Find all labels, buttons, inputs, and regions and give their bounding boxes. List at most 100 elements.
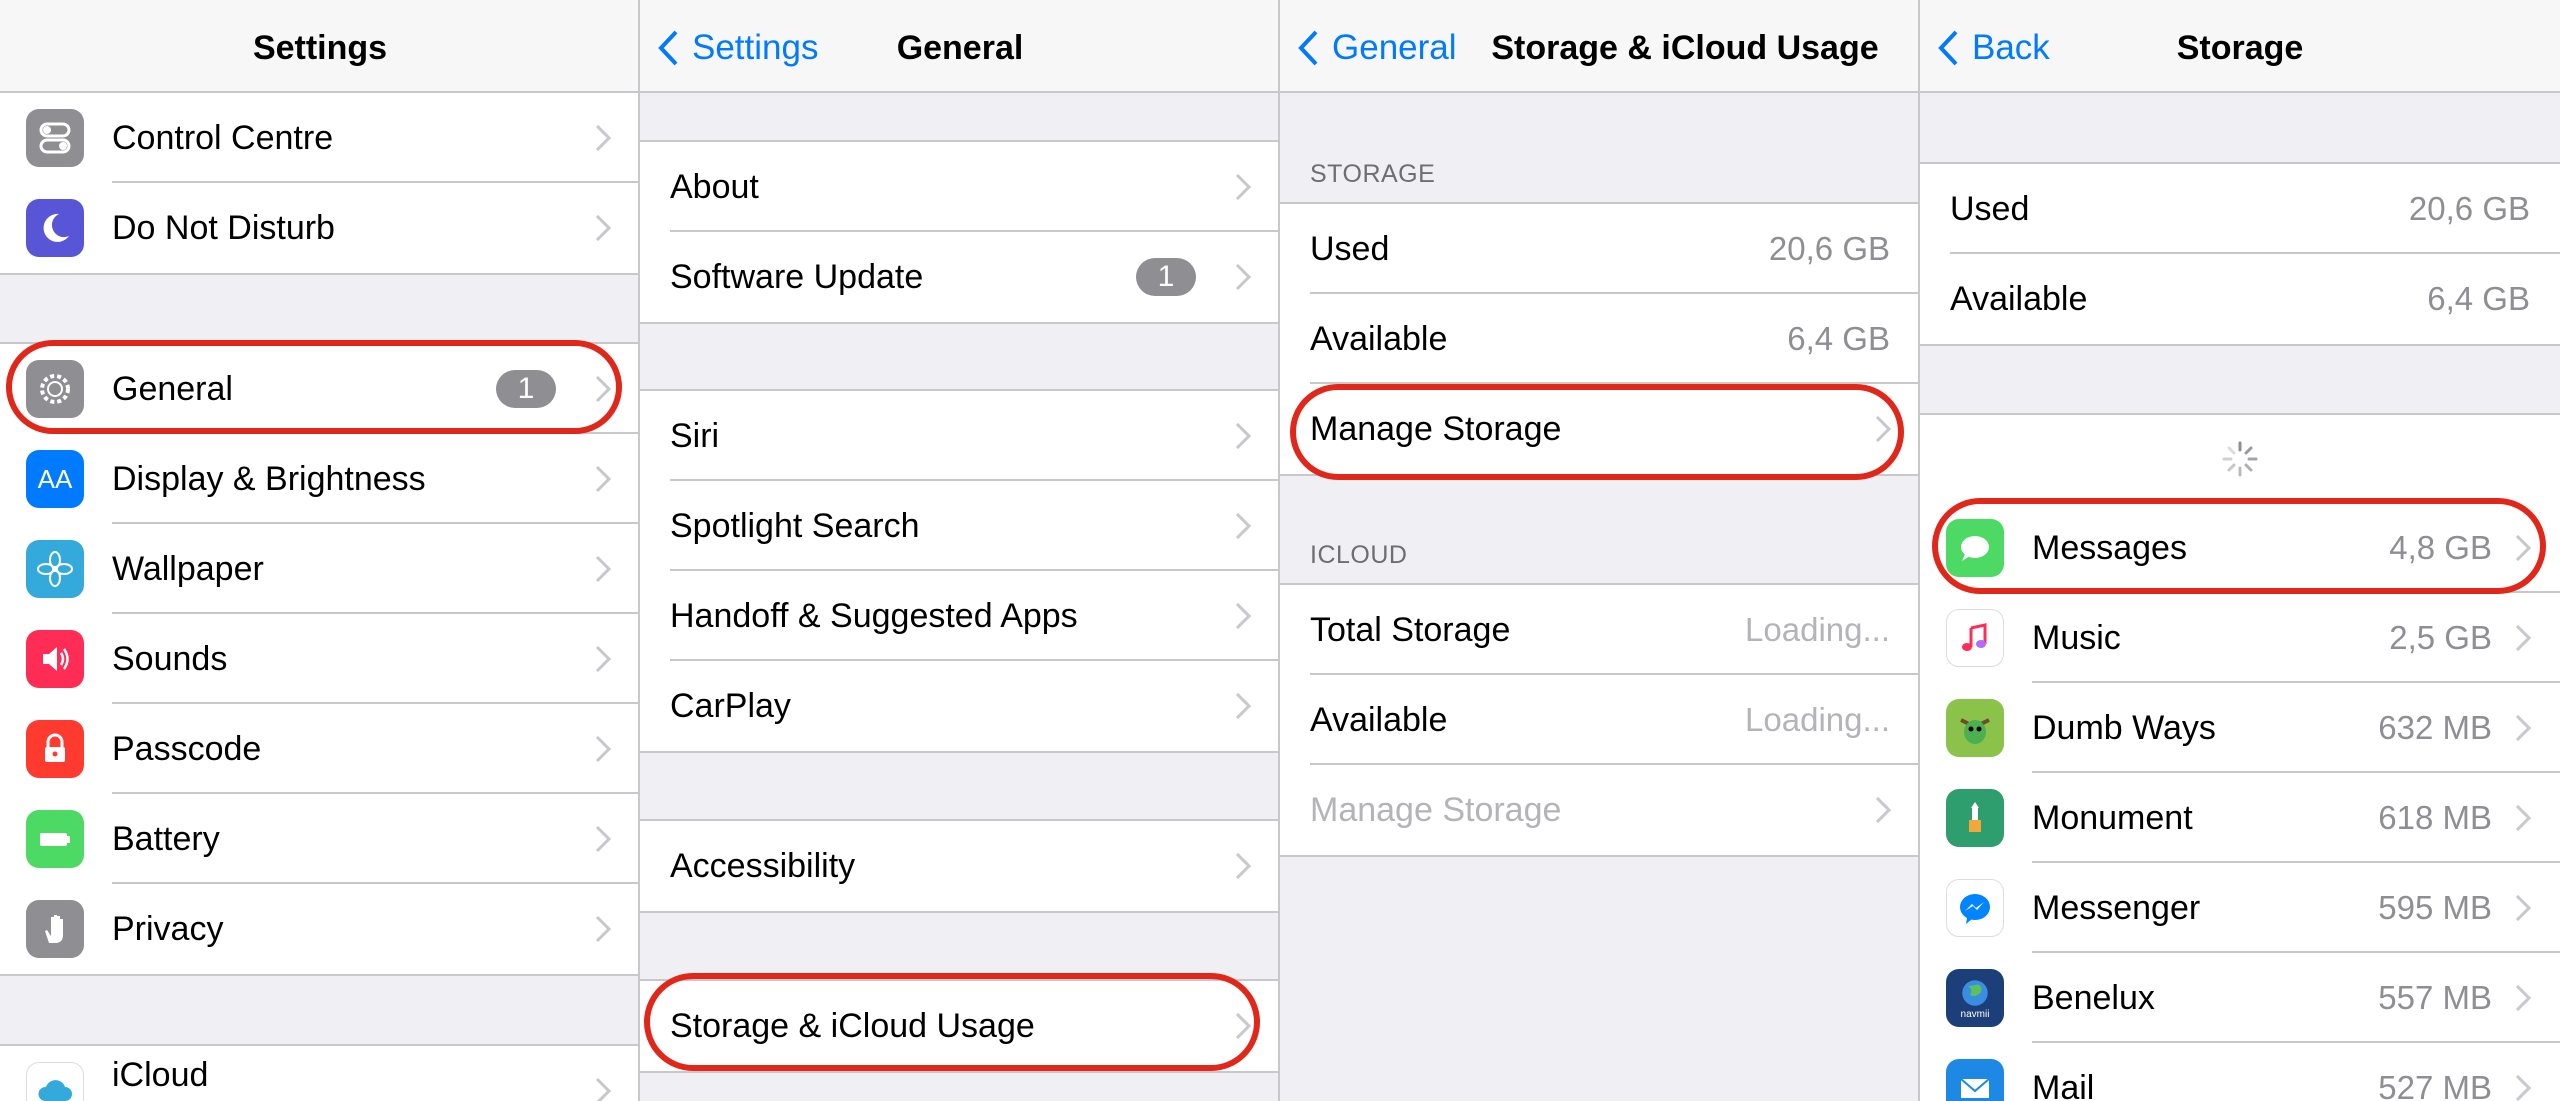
app-size: 527 MB [2378, 1069, 2492, 1101]
general-item-software-update[interactable]: Software Update 1 [640, 232, 1278, 322]
settings-item-control-centre[interactable]: Control Centre [0, 93, 638, 183]
general-item-label: CarPlay [670, 686, 791, 725]
app-row-monument[interactable]: Monument 618 MB [1920, 773, 2560, 863]
battery-icon [26, 810, 84, 868]
general-item-siri[interactable]: Siri [640, 391, 1278, 481]
settings-item-sounds[interactable]: Sounds [0, 614, 638, 704]
icloud-total-storage-value: Loading... [1745, 611, 1890, 648]
icloud-section-header: ICLOUD [1310, 541, 1408, 569]
app-row-benelux[interactable]: navmii Benelux 557 MB [1920, 953, 2560, 1043]
chevron-right-icon [1235, 602, 1252, 630]
app-size: 595 MB [2378, 889, 2492, 926]
chevron-right-icon [595, 555, 612, 583]
globe-icon: navmii [1946, 969, 2004, 1027]
update-badge: 1 [1136, 258, 1196, 296]
chevron-right-icon [1235, 263, 1252, 291]
chevron-right-icon [1875, 415, 1892, 443]
storage-icloud-navbar: General Storage & iCloud Usage [1280, 0, 1918, 96]
app-row-messenger[interactable]: Messenger 595 MB [1920, 863, 2560, 953]
storage-icloud-panel: General Storage & iCloud Usage STORAGE U… [1280, 0, 1920, 1101]
settings-item-label: Do Not Disturb [112, 208, 335, 247]
chevron-right-icon [1235, 692, 1252, 720]
general-item-label: About [670, 167, 759, 206]
icloud-available-row: Available Loading... [1280, 675, 1918, 765]
chevron-right-icon [1235, 1012, 1252, 1040]
settings-item-display-brightness[interactable]: AA Display & Brightness [0, 434, 638, 524]
icloud-available-value: Loading... [1745, 701, 1890, 738]
chevron-right-icon [2515, 624, 2532, 652]
general-group-3: Accessibility [640, 819, 1278, 913]
general-item-about[interactable]: About [640, 142, 1278, 232]
general-item-label: Storage & iCloud Usage [670, 1006, 1035, 1045]
cloud-icon [26, 1062, 84, 1101]
settings-item-label: Control Centre [112, 118, 334, 157]
app-name: Dumb Ways [2032, 708, 2216, 747]
app-row-dumb-ways[interactable]: Dumb Ways 632 MB [1920, 683, 2560, 773]
storage-used-row: Used 20,6 GB [1280, 204, 1918, 294]
settings-item-privacy[interactable]: Privacy [0, 884, 638, 974]
settings-item-label: Privacy [112, 909, 224, 948]
chevron-right-icon [595, 124, 612, 152]
settings-item-battery[interactable]: Battery [0, 794, 638, 884]
app-row-messages[interactable]: Messages 4,8 GB [1920, 503, 2560, 593]
monument-icon [1946, 789, 2004, 847]
storage-apps-group: Messages 4,8 GB Music 2,5 GB Dumb Ways 6… [1920, 413, 2560, 1101]
app-name: Messenger [2032, 888, 2201, 927]
icloud-manage-storage-label: Manage Storage [1310, 790, 1562, 829]
storage-used-row: Used 20,6 GB [1920, 164, 2560, 254]
settings-item-do-not-disturb[interactable]: Do Not Disturb [0, 183, 638, 273]
page-title: Storage [2176, 29, 2304, 67]
mail-icon [1946, 1059, 2004, 1101]
settings-item-wallpaper[interactable]: Wallpaper [0, 524, 638, 614]
settings-item-label: Wallpaper [112, 549, 264, 588]
chevron-right-icon [2515, 984, 2532, 1012]
storage-group: Used 20,6 GB Available 6,4 GB Manage Sto… [1280, 202, 1918, 476]
chevron-right-icon [2515, 894, 2532, 922]
chevron-right-icon [1235, 512, 1252, 540]
chevron-right-icon [1875, 796, 1892, 824]
icloud-available-label: Available [1310, 700, 1448, 739]
chevron-right-icon [2515, 804, 2532, 832]
settings-item-label: iCloud [112, 1056, 209, 1094]
app-size: 632 MB [2378, 709, 2492, 746]
music-note-icon [1946, 609, 2004, 667]
general-item-storage-icloud-usage[interactable]: Storage & iCloud Usage [640, 981, 1278, 1071]
chevron-right-icon [595, 214, 612, 242]
app-name: Monument [2032, 798, 2193, 837]
page-title: General [896, 29, 1024, 67]
moon-icon [26, 199, 84, 257]
icloud-manage-storage-button[interactable]: Manage Storage [1280, 765, 1918, 855]
flower-icon [26, 540, 84, 598]
app-row-music[interactable]: Music 2,5 GB [1920, 593, 2560, 683]
hand-icon [26, 900, 84, 958]
chevron-right-icon [1235, 852, 1252, 880]
general-item-handoff[interactable]: Handoff & Suggested Apps [640, 571, 1278, 661]
general-item-accessibility[interactable]: Accessibility [640, 821, 1278, 911]
settings-item-icloud[interactable]: iCloud [0, 1046, 638, 1101]
loading-row [1920, 415, 2560, 503]
icloud-total-storage-label: Total Storage [1310, 610, 1511, 649]
storage-section-header: STORAGE [1310, 160, 1436, 188]
storage-available-row: Available 6,4 GB [1280, 294, 1918, 384]
app-row-mail[interactable]: Mail 527 MB [1920, 1043, 2560, 1101]
manage-storage-button[interactable]: Manage Storage [1280, 384, 1918, 474]
back-button[interactable]: General [1296, 0, 1457, 96]
settings-item-label: General [112, 369, 233, 408]
settings-item-passcode[interactable]: Passcode [0, 704, 638, 794]
general-item-label: Spotlight Search [670, 506, 920, 545]
settings-item-general[interactable]: General 1 [0, 344, 638, 434]
storage-panel: Back Storage Used 20,6 GB Available 6,4 … [1920, 0, 2560, 1101]
general-item-spotlight-search[interactable]: Spotlight Search [640, 481, 1278, 571]
general-item-carplay[interactable]: CarPlay [640, 661, 1278, 751]
loading-spinner-icon [2222, 441, 2258, 477]
app-size: 2,5 GB [2389, 619, 2492, 656]
speaker-icon [26, 630, 84, 688]
chevron-right-icon [595, 1077, 612, 1101]
app-name: Benelux [2032, 978, 2155, 1017]
chevron-right-icon [595, 735, 612, 763]
chevron-right-icon [595, 465, 612, 493]
general-group-4: Storage & iCloud Usage [640, 979, 1278, 1073]
chevron-right-icon [595, 915, 612, 943]
settings-panel: Settings Control Centre Do Not Disturb G… [0, 0, 640, 1101]
general-navbar: Settings General [640, 0, 1278, 93]
